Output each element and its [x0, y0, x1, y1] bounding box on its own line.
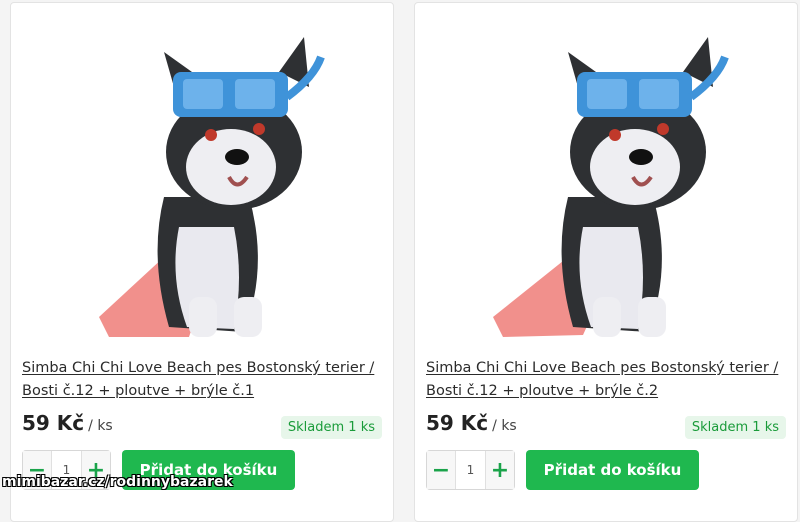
price-value: 59 Kč — [426, 411, 489, 435]
product-price: 59 Kč / ks — [426, 411, 517, 435]
product-image[interactable] — [473, 17, 743, 347]
price-value: 59 Kč — [22, 411, 85, 435]
product-price: 59 Kč / ks — [22, 411, 113, 435]
quantity-stepper: − 1 + — [426, 450, 515, 490]
quantity-input[interactable]: 1 — [455, 451, 486, 489]
price-unit: / ks — [88, 418, 113, 434]
watermark: mimibazar.cz/rodinnybazarek — [2, 474, 233, 490]
minus-icon[interactable]: − — [427, 451, 455, 489]
product-card-2: Simba Chi Chi Love Beach pes Bostonský t… — [414, 2, 798, 522]
plus-icon[interactable]: + — [486, 451, 514, 489]
price-unit: / ks — [492, 418, 517, 434]
stock-badge: Skladem 1 ks — [280, 416, 382, 439]
product-title-link[interactable]: Simba Chi Chi Love Beach pes Bostonský t… — [426, 357, 791, 403]
product-card-1: Simba Chi Chi Love Beach pes Bostonský t… — [10, 2, 394, 522]
add-to-cart-button[interactable]: Přidat do košíku — [526, 450, 699, 490]
product-image[interactable] — [69, 17, 339, 347]
stock-badge: Skladem 1 ks — [684, 416, 786, 439]
product-title-link[interactable]: Simba Chi Chi Love Beach pes Bostonský t… — [22, 357, 387, 403]
